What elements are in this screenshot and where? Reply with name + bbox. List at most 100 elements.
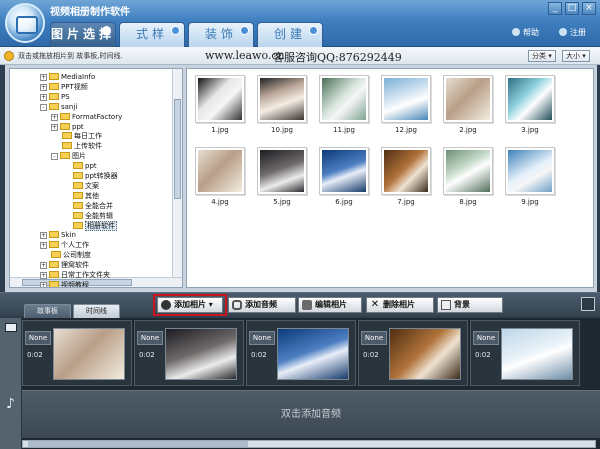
tree-item-label: 公司制度 [63, 251, 91, 260]
collapse-icon[interactable]: - [51, 153, 58, 161]
timeline-tabs: 故事板 时间线 [24, 304, 120, 318]
lightbulb-icon [4, 51, 14, 61]
storyboard-frame[interactable]: None 0:02 [246, 320, 356, 386]
folder-icon [73, 172, 83, 179]
expand-icon[interactable]: + [40, 83, 47, 91]
help-link[interactable]: 帮助 [512, 27, 539, 38]
tree-item[interactable]: + 狸窝软件 [40, 260, 89, 270]
photo-image [384, 78, 428, 120]
tree-item[interactable]: 全能合并 [62, 201, 113, 211]
photo-thumbnail[interactable]: 7.jpg [381, 147, 431, 206]
storyboard-scrollbar[interactable] [22, 440, 596, 448]
folder-tree[interactable]: + MediaInfo + PPT视频 + PS - sanji + FormatFactory +… [9, 68, 183, 288]
transition-button[interactable]: None [249, 331, 275, 345]
tree-item[interactable]: 每日工作 [51, 131, 102, 141]
tab-photo-select[interactable]: 图片选择 [50, 22, 116, 47]
add-audio-button[interactable]: 添加音频 [228, 297, 296, 313]
tree-item[interactable]: + 个人工作 [40, 240, 89, 250]
delete-photo-button[interactable]: ✕ 删除相片 [366, 297, 434, 313]
sort-dropdown[interactable]: 分类 ▾ [528, 50, 556, 62]
tab-create[interactable]: 创建 [257, 22, 323, 47]
photo-thumbnail[interactable]: 8.jpg [443, 147, 493, 206]
expand-icon[interactable]: + [51, 123, 58, 131]
frame-photo [53, 328, 125, 380]
photo-thumbnail[interactable]: 4.jpg [195, 147, 245, 206]
delete-x-icon: ✕ [370, 299, 380, 310]
tree-item[interactable]: + FormatFactory [51, 112, 122, 122]
audio-track[interactable]: 双击添加音频 [22, 390, 600, 438]
expand-icon[interactable]: + [40, 281, 47, 287]
tree-item[interactable]: + ppt [51, 122, 84, 132]
expand-icon[interactable]: + [40, 272, 47, 279]
tab-timeline[interactable]: 时间线 [73, 304, 120, 318]
tab-style[interactable]: 式样 [119, 22, 185, 47]
expand-icon[interactable]: + [40, 74, 47, 81]
transition-button[interactable]: None [137, 331, 163, 345]
tree-item[interactable]: + 视频教程 [40, 280, 89, 287]
transition-button[interactable]: None [473, 331, 499, 345]
transition-button[interactable]: None [361, 331, 387, 345]
expand-icon[interactable]: + [40, 242, 47, 250]
help-icon [512, 28, 520, 36]
tree-item[interactable]: 其他 [62, 191, 99, 201]
add-photo-button[interactable]: 添加相片 ▾ [157, 297, 223, 313]
photo-thumbnail[interactable]: 11.jpg [319, 75, 369, 134]
tree-item[interactable]: ppt转换器 [62, 171, 118, 181]
tree-item[interactable]: 文案 [62, 181, 99, 191]
photo-thumbnail[interactable]: 6.jpg [319, 147, 369, 206]
tree-item[interactable]: 上传软件 [51, 141, 102, 151]
size-dropdown[interactable]: 大小 ▾ [562, 50, 590, 62]
expand-icon[interactable]: + [51, 113, 58, 121]
tree-item-label: PS [61, 92, 70, 101]
tree-item[interactable]: ppt [62, 161, 97, 171]
photo-frame [257, 75, 307, 123]
background-button[interactable]: 背景 [437, 297, 503, 313]
photo-image [198, 78, 242, 120]
expand-icon[interactable]: + [40, 262, 47, 270]
tree-item[interactable]: - 图片 [51, 151, 86, 161]
tree-vertical-scrollbar[interactable] [172, 69, 182, 287]
photo-thumbnail[interactable]: 10.jpg [257, 75, 307, 134]
transition-button[interactable]: None [25, 331, 51, 345]
collapse-icon[interactable]: - [40, 103, 47, 111]
register-link[interactable]: 注册 [559, 27, 586, 38]
tree-item[interactable]: - sanji [40, 102, 77, 112]
maximize-button[interactable]: □ [565, 2, 579, 15]
scroll-thumb[interactable] [28, 441, 248, 447]
tree-item[interactable]: 公司制度 [40, 250, 91, 260]
photo-thumbnail[interactable]: 3.jpg [505, 75, 555, 134]
background-icon [441, 300, 451, 310]
expand-icon[interactable]: + [40, 93, 47, 101]
close-button[interactable]: × [582, 2, 596, 15]
storyboard-frame[interactable]: None 0:02 [358, 320, 468, 386]
photo-frame [443, 75, 493, 123]
tab-storyboard[interactable]: 故事板 [24, 304, 71, 318]
tree-item[interactable]: + 日常工作文件夹 [40, 270, 110, 280]
storyboard-frame[interactable]: None 0:02 [22, 320, 132, 386]
frame-photo [277, 328, 349, 380]
folder-icon [73, 211, 83, 219]
tree-item[interactable]: + PPT视频 [40, 82, 88, 92]
expand-icon[interactable]: + [40, 232, 47, 240]
tree-item[interactable]: 相册软件 [62, 220, 117, 231]
edit-photo-button[interactable]: 编辑相片 [298, 297, 362, 313]
photo-thumbnail[interactable]: 2.jpg [443, 75, 493, 134]
popout-icon[interactable] [581, 297, 595, 311]
folder-icon [51, 251, 61, 259]
scroll-thumb[interactable] [174, 99, 181, 199]
tab-decorate[interactable]: 装饰 [188, 22, 254, 47]
tree-item[interactable]: + PS [40, 92, 70, 102]
tree-item[interactable]: 全能剪辑 [62, 211, 113, 221]
photo-thumbnail[interactable]: 1.jpg [195, 75, 245, 134]
storyboard-frame[interactable]: None 0:02 [134, 320, 244, 386]
tree-item[interactable]: + MediaInfo [40, 72, 95, 82]
folder-icon [49, 73, 59, 80]
storyboard-frame[interactable]: None 0:02 [470, 320, 580, 386]
minimize-button[interactable]: _ [548, 2, 562, 15]
tree-item[interactable]: + Skin [40, 230, 76, 240]
tab-label: 创建 [273, 27, 306, 41]
photo-thumbnail[interactable]: 9.jpg [505, 147, 555, 206]
photo-thumbnail[interactable]: 12.jpg [381, 75, 431, 134]
photo-frame [443, 147, 493, 195]
photo-thumbnail[interactable]: 5.jpg [257, 147, 307, 206]
